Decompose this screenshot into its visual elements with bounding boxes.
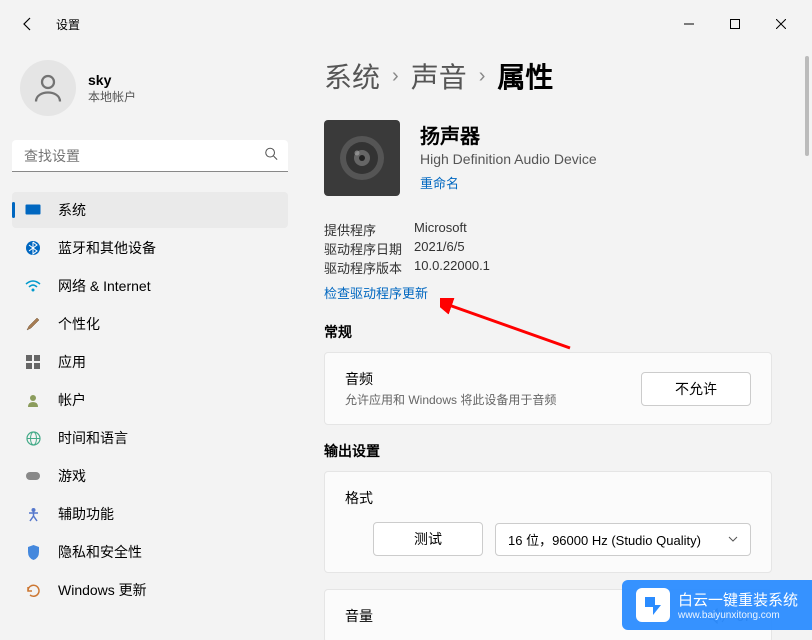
provider-value: Microsoft	[414, 220, 467, 239]
nav-label: 个性化	[58, 314, 100, 334]
nav-accounts[interactable]: 帐户	[12, 382, 288, 418]
nav-time-language[interactable]: 时间和语言	[12, 420, 288, 456]
chevron-right-icon: ›	[392, 65, 399, 88]
device-header: 扬声器 High Definition Audio Device 重命名	[324, 120, 772, 196]
format-card: 格式 测试 16 位，96000 Hz (Studio Quality)	[324, 471, 772, 573]
format-label: 格式	[345, 488, 751, 508]
arrow-left-icon	[20, 16, 36, 32]
gamepad-icon	[24, 467, 42, 485]
search-icon	[264, 147, 278, 166]
nav-update[interactable]: Windows 更新	[12, 572, 288, 608]
maximize-button[interactable]	[712, 8, 758, 40]
content: 系统 › 声音 › 属性 扬声器 High Definition Audio D…	[300, 48, 812, 640]
driver-version-label: 驱动程序版本	[324, 258, 414, 277]
watermark-url: www.baiyunxitong.com	[678, 610, 798, 621]
search-input[interactable]	[12, 140, 288, 172]
audio-title: 音频	[345, 369, 556, 389]
person-icon	[30, 70, 66, 106]
display-icon	[24, 201, 42, 219]
nav-label: 隐私和安全性	[58, 542, 142, 562]
scrollbar-thumb[interactable]	[805, 56, 809, 156]
rename-link[interactable]: 重命名	[420, 173, 459, 192]
nav-label: 游戏	[58, 466, 86, 486]
nav-label: 网络 & Internet	[58, 276, 151, 296]
scrollbar[interactable]	[804, 56, 810, 356]
app-title: 设置	[56, 16, 80, 33]
nav-network[interactable]: 网络 & Internet	[12, 268, 288, 304]
driver-info: 提供程序Microsoft 驱动程序日期2021/6/5 驱动程序版本10.0.…	[324, 220, 772, 277]
nav-label: 应用	[58, 352, 86, 372]
watermark-text: 白云一键重装系统	[678, 589, 798, 610]
wifi-icon	[24, 277, 42, 295]
apps-icon	[24, 353, 42, 371]
format-value: 16 位，96000 Hz (Studio Quality)	[508, 530, 701, 549]
minimize-icon	[684, 19, 694, 29]
nav-label: 蓝牙和其他设备	[58, 238, 156, 258]
device-description: High Definition Audio Device	[420, 151, 597, 167]
username: sky	[88, 72, 136, 88]
user-info: sky 本地帐户	[88, 72, 136, 105]
speaker-icon	[324, 120, 400, 196]
audio-desc: 允许应用和 Windows 将此设备用于音频	[345, 391, 556, 408]
driver-date-label: 驱动程序日期	[324, 239, 414, 258]
check-update-link[interactable]: 检查驱动程序更新	[324, 283, 428, 302]
window-controls	[666, 8, 804, 40]
globe-icon	[24, 429, 42, 447]
driver-date-value: 2021/6/5	[414, 239, 465, 258]
nav-privacy[interactable]: 隐私和安全性	[12, 534, 288, 570]
nav-label: 时间和语言	[58, 428, 128, 448]
chevron-down-icon	[728, 536, 738, 542]
nav-label: Windows 更新	[58, 580, 147, 600]
crumb-system[interactable]: 系统	[324, 56, 380, 96]
sidebar: sky 本地帐户 系统 蓝牙和其他设备 网络 & Internet 个性化 应用…	[0, 48, 300, 640]
nav-label: 帐户	[58, 390, 86, 410]
device-name: 扬声器	[420, 120, 597, 149]
audio-card: 音频 允许应用和 Windows 将此设备用于音频 不允许	[324, 352, 772, 425]
titlebar: 设置	[0, 0, 812, 48]
back-button[interactable]	[8, 4, 48, 44]
general-section-title: 常规	[324, 322, 772, 342]
chevron-right-icon: ›	[479, 65, 486, 88]
volume-label: 音量	[345, 606, 373, 626]
nav-bluetooth[interactable]: 蓝牙和其他设备	[12, 230, 288, 266]
maximize-icon	[730, 19, 740, 29]
disallow-button[interactable]: 不允许	[641, 372, 751, 406]
close-icon	[776, 19, 786, 29]
provider-label: 提供程序	[324, 220, 414, 239]
watermark-logo-icon	[636, 588, 670, 622]
avatar	[20, 60, 76, 116]
bluetooth-icon	[24, 239, 42, 257]
nav-label: 系统	[58, 200, 86, 220]
person-icon	[24, 391, 42, 409]
update-icon	[24, 581, 42, 599]
test-button[interactable]: 测试	[373, 522, 483, 556]
accessibility-icon	[24, 505, 42, 523]
nav-list: 系统 蓝牙和其他设备 网络 & Internet 个性化 应用 帐户 时间和语言…	[12, 192, 288, 608]
output-section-title: 输出设置	[324, 441, 772, 461]
crumb-sound[interactable]: 声音	[411, 56, 467, 96]
close-button[interactable]	[758, 8, 804, 40]
search-box	[12, 140, 288, 172]
nav-gaming[interactable]: 游戏	[12, 458, 288, 494]
watermark: 白云一键重装系统 www.baiyunxitong.com	[622, 580, 812, 630]
crumb-properties: 属性	[497, 56, 553, 96]
shield-icon	[24, 543, 42, 561]
user-section[interactable]: sky 本地帐户	[12, 48, 288, 136]
nav-accessibility[interactable]: 辅助功能	[12, 496, 288, 532]
minimize-button[interactable]	[666, 8, 712, 40]
nav-personalization[interactable]: 个性化	[12, 306, 288, 342]
nav-label: 辅助功能	[58, 504, 114, 524]
nav-system[interactable]: 系统	[12, 192, 288, 228]
driver-version-value: 10.0.22000.1	[414, 258, 490, 277]
nav-apps[interactable]: 应用	[12, 344, 288, 380]
format-dropdown[interactable]: 16 位，96000 Hz (Studio Quality)	[495, 523, 751, 556]
brush-icon	[24, 315, 42, 333]
breadcrumb: 系统 › 声音 › 属性	[324, 56, 772, 96]
device-info: 扬声器 High Definition Audio Device 重命名	[420, 120, 597, 196]
account-type: 本地帐户	[88, 88, 136, 105]
